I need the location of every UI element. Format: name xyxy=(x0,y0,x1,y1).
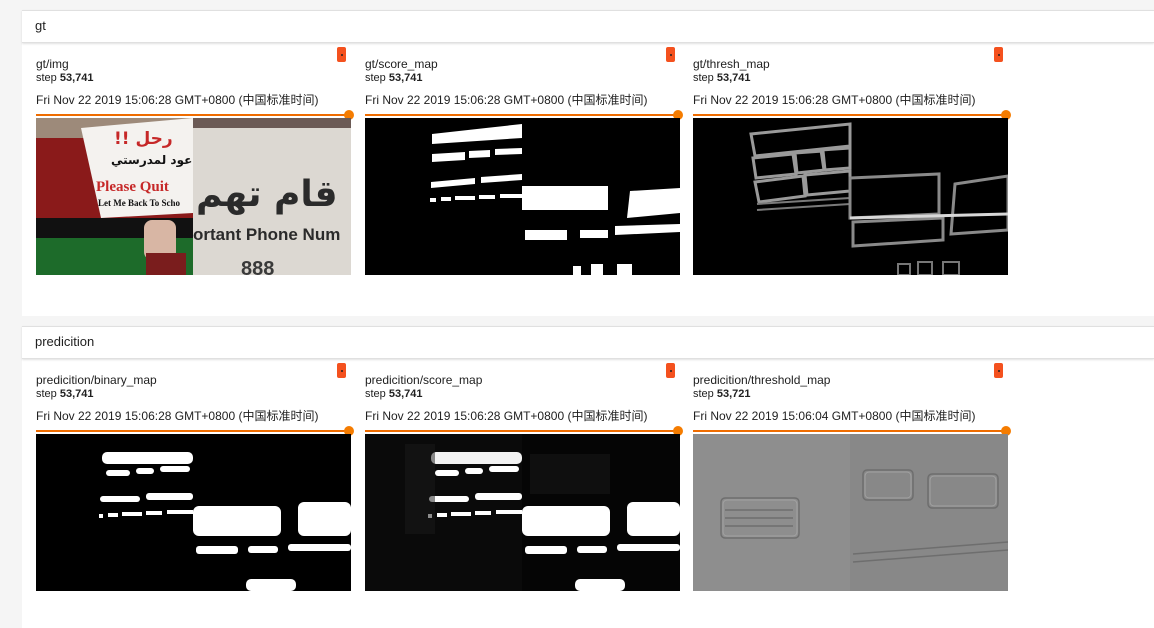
pin-button[interactable] xyxy=(666,363,675,378)
section-title: predicition xyxy=(35,334,95,349)
card-title: predicition/binary_map xyxy=(36,373,157,387)
gt-thresh-map-image xyxy=(693,118,1008,275)
pred-score-map-image xyxy=(365,434,680,591)
card-timestamp: Fri Nov 22 2019 15:06:28 GMT+0800 (中国标准时… xyxy=(36,93,319,107)
image-card: predicition/score_map step 53,741 Fri No… xyxy=(365,363,683,612)
section-gt: gt gt/img step 53,741 Fri Nov 22 2019 15… xyxy=(22,10,1154,316)
card-timestamp: Fri Nov 22 2019 15:06:28 GMT+0800 (中国标准时… xyxy=(365,93,648,107)
pin-button[interactable] xyxy=(994,363,1003,378)
card-step: step 53,741 xyxy=(365,388,423,400)
card-step: step 53,741 xyxy=(365,72,423,84)
gt-img-image: !! رحل كي أعود لمدرستي Please Quit Let M… xyxy=(36,118,351,275)
slider-track xyxy=(693,430,1007,432)
card-step: step 53,741 xyxy=(36,72,94,84)
slider-track xyxy=(693,114,1007,116)
pred-binary-map-image xyxy=(36,434,351,591)
svg-text:!! رحل: !! رحل xyxy=(114,129,173,149)
card-step: step 53,741 xyxy=(693,72,751,84)
image-card: gt/img step 53,741 Fri Nov 22 2019 15:06… xyxy=(36,47,354,296)
card-step: step 53,721 xyxy=(693,388,751,400)
card-step: step 53,741 xyxy=(36,388,94,400)
card-title: gt/score_map xyxy=(365,57,438,71)
card-timestamp: Fri Nov 22 2019 15:06:28 GMT+0800 (中国标准时… xyxy=(36,409,319,423)
image-card: gt/score_map step 53,741 Fri Nov 22 2019… xyxy=(365,47,683,296)
gt-score-map-image xyxy=(365,118,680,275)
image-card: gt/thresh_map step 53,741 Fri Nov 22 201… xyxy=(693,47,1011,296)
pin-button[interactable] xyxy=(666,47,675,62)
svg-text:ortant Phone Num: ortant Phone Num xyxy=(193,225,340,244)
svg-text:قام تهم: قام تهم xyxy=(196,174,338,215)
svg-text:Let Me Back To Scho: Let Me Back To Scho xyxy=(98,198,181,208)
pred-threshold-map-image xyxy=(693,434,1008,591)
slider-track xyxy=(36,114,350,116)
pin-button[interactable] xyxy=(337,363,346,378)
left-rail xyxy=(0,0,20,628)
slider-track xyxy=(36,430,350,432)
image-card: predicition/binary_map step 53,741 Fri N… xyxy=(36,363,354,612)
section-predicition: predicition predicition/binary_map step … xyxy=(22,326,1154,628)
card-timestamp: Fri Nov 22 2019 15:06:04 GMT+0800 (中国标准时… xyxy=(693,409,976,423)
image-card: predicition/threshold_map step 53,721 Fr… xyxy=(693,363,1011,612)
section-header[interactable]: predicition xyxy=(22,326,1154,359)
card-title: predicition/score_map xyxy=(365,373,483,387)
slider-track xyxy=(365,114,679,116)
slider-track xyxy=(365,430,679,432)
pin-button[interactable] xyxy=(994,47,1003,62)
svg-text:Please Quit: Please Quit xyxy=(96,179,169,195)
card-timestamp: Fri Nov 22 2019 15:06:28 GMT+0800 (中国标准时… xyxy=(693,93,976,107)
card-title: predicition/threshold_map xyxy=(693,373,831,387)
svg-text:888: 888 xyxy=(241,258,274,275)
section-header[interactable]: gt xyxy=(22,10,1154,43)
section-title: gt xyxy=(35,18,46,33)
card-timestamp: Fri Nov 22 2019 15:06:28 GMT+0800 (中国标准时… xyxy=(365,409,648,423)
card-title: gt/thresh_map xyxy=(693,57,770,71)
card-title: gt/img xyxy=(36,57,69,71)
pin-button[interactable] xyxy=(337,47,346,62)
